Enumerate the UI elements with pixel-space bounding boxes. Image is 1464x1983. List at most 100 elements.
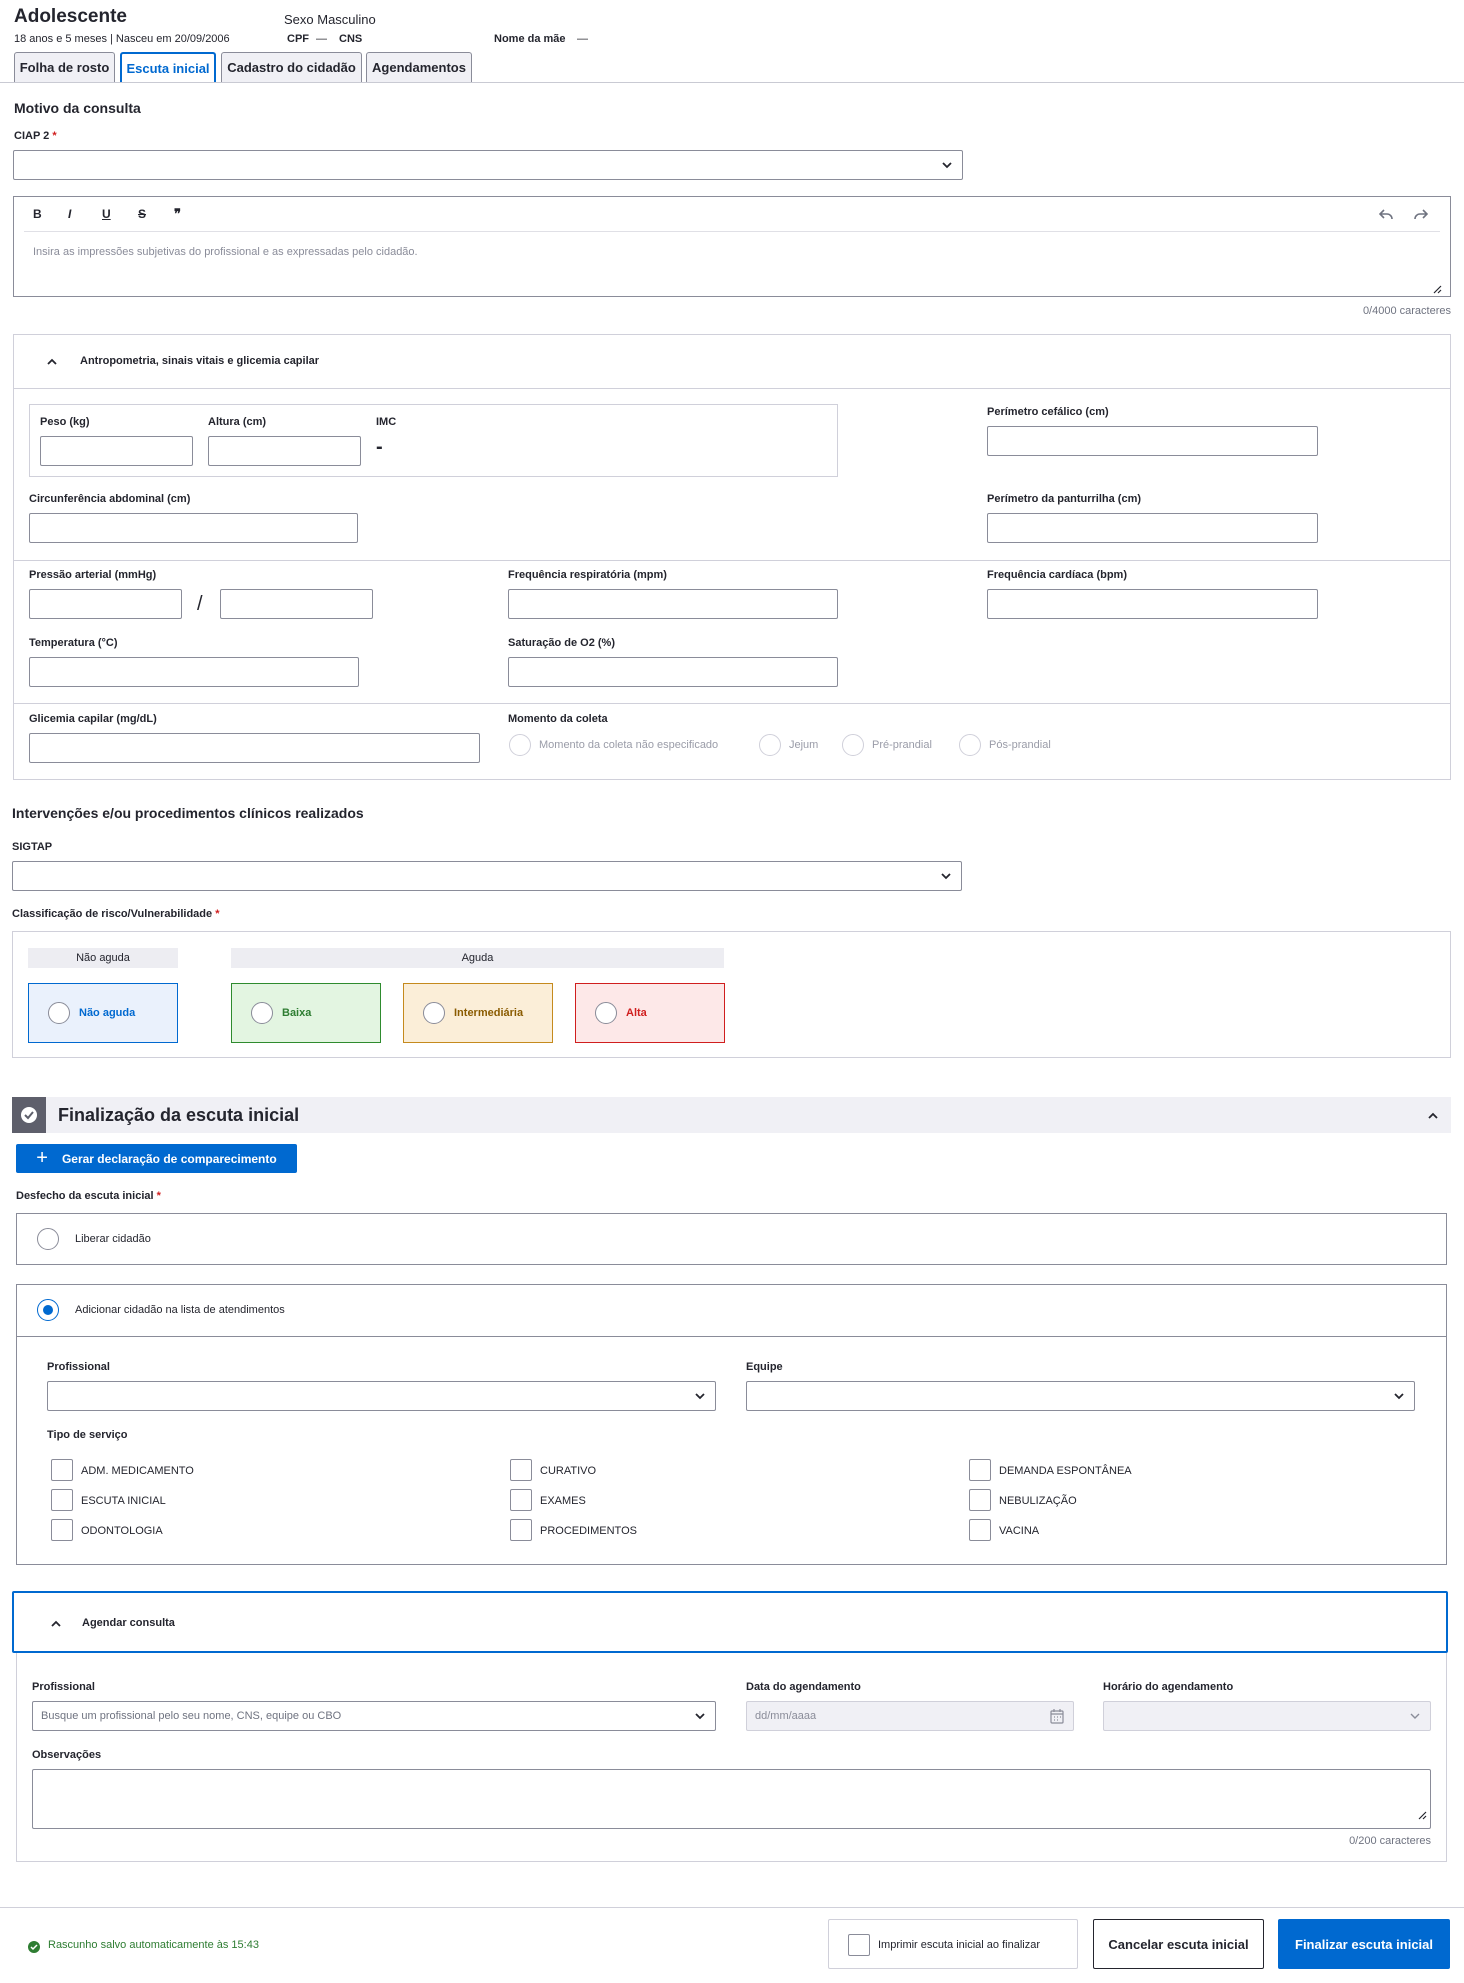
temperatura-input[interactable]: [29, 657, 359, 687]
strikethrough-icon[interactable]: S: [138, 207, 146, 221]
horario-agendamento-label: Horário do agendamento: [1103, 1681, 1234, 1693]
freq-resp-label: Frequência respiratória (mpm): [508, 569, 667, 581]
servico-checkbox[interactable]: [51, 1459, 73, 1481]
underline-icon[interactable]: U: [102, 207, 111, 221]
liberar-option[interactable]: Liberar cidadão: [16, 1213, 1447, 1265]
equipe-select[interactable]: [746, 1381, 1415, 1411]
redo-icon[interactable]: [1414, 208, 1429, 226]
motivo-title: Motivo da consulta: [14, 100, 141, 116]
perimetro-cefalico-input[interactable]: [987, 426, 1318, 456]
risco-intermediaria-option[interactable]: Intermediária: [403, 983, 553, 1043]
tab-escuta-inicial[interactable]: Escuta inicial: [120, 52, 216, 82]
servico-checkbox[interactable]: [969, 1459, 991, 1481]
calendar-icon[interactable]: [1050, 1708, 1064, 1729]
momento-pre-prandial-radio[interactable]: [842, 734, 864, 756]
saturacao-label: Saturação de O2 (%): [508, 637, 615, 649]
data-agendamento-input[interactable]: dd/mm/aaaa: [746, 1701, 1074, 1731]
desfecho-label: Desfecho da escuta inicial *: [16, 1190, 161, 1202]
liberar-radio[interactable]: [37, 1228, 59, 1250]
sigtap-select[interactable]: [12, 861, 962, 891]
pressao-sistolica-input[interactable]: [29, 589, 182, 619]
servico-label: ODONTOLOGIA: [81, 1525, 163, 1537]
pressao-separator: /: [197, 593, 203, 615]
risco-intermediaria-radio[interactable]: [423, 1002, 445, 1024]
tab-cadastro-cidadao[interactable]: Cadastro do cidadão: [221, 52, 362, 82]
ciap-select[interactable]: [13, 150, 963, 180]
divider: [14, 560, 1450, 561]
perimetro-panturrilha-input[interactable]: [987, 513, 1318, 543]
agendar-header[interactable]: Agendar consulta: [12, 1591, 1448, 1653]
servico-label: EXAMES: [540, 1495, 586, 1507]
servico-label: DEMANDA ESPONTÂNEA: [999, 1465, 1132, 1477]
saturacao-input[interactable]: [508, 657, 838, 687]
resize-handle-icon[interactable]: [1432, 281, 1442, 299]
ciap-label: CIAP 2 *: [14, 130, 57, 142]
servico-checkbox[interactable]: [969, 1519, 991, 1541]
resize-handle-icon[interactable]: [1417, 1807, 1427, 1825]
italic-icon[interactable]: I: [68, 207, 71, 221]
risco-nao-aguda-radio[interactable]: [48, 1002, 70, 1024]
adicionar-option[interactable]: Adicionar cidadão na lista de atendiment…: [16, 1284, 1447, 1565]
tab-folha-de-rosto[interactable]: Folha de rosto: [14, 52, 115, 82]
antropometria-panel: Antropometria, sinais vitais e glicemia …: [13, 334, 1451, 780]
adicionar-header[interactable]: Adicionar cidadão na lista de atendiment…: [17, 1285, 1446, 1337]
risco-alta-radio[interactable]: [595, 1002, 617, 1024]
gerar-declaracao-button[interactable]: + Gerar declaração de comparecimento: [16, 1144, 297, 1173]
chevron-down-icon: [932, 151, 962, 179]
glicemia-input[interactable]: [29, 733, 480, 763]
finalizar-button[interactable]: Finalizar escuta inicial: [1278, 1919, 1450, 1969]
intervencoes-title: Intervenções e/ou procedimentos clínicos…: [12, 805, 364, 821]
horario-agendamento-select[interactable]: [1103, 1701, 1431, 1731]
imprimir-checkbox[interactable]: [848, 1934, 870, 1956]
peso-label: Peso (kg): [40, 416, 90, 428]
momento-nao-especificado-radio[interactable]: [509, 734, 531, 756]
adicionar-radio[interactable]: [37, 1299, 59, 1321]
risco-panel: Não aguda Aguda Não aguda Baixa Intermed…: [12, 931, 1451, 1058]
servico-checkbox[interactable]: [510, 1489, 532, 1511]
servico-checkbox[interactable]: [510, 1519, 532, 1541]
momento-pos-prandial-label: Pós-prandial: [989, 739, 1051, 751]
risco-baixa-radio[interactable]: [251, 1002, 273, 1024]
pressao-diastolica-input[interactable]: [220, 589, 373, 619]
tab-agendamentos[interactable]: Agendamentos: [366, 52, 472, 82]
freq-card-input[interactable]: [987, 589, 1318, 619]
altura-input[interactable]: [208, 436, 361, 466]
imprimir-option[interactable]: Imprimir escuta inicial ao finalizar: [828, 1919, 1078, 1969]
undo-icon[interactable]: [1378, 208, 1393, 226]
antropometria-header[interactable]: Antropometria, sinais vitais e glicemia …: [14, 335, 1450, 389]
risco-alta-option[interactable]: Alta: [575, 983, 725, 1043]
peso-input[interactable]: [40, 436, 193, 466]
mother-label: Nome da mãe: [494, 33, 566, 45]
risco-label: Classificação de risco/Vulnerabilidade *: [12, 908, 220, 920]
bold-icon[interactable]: B: [33, 207, 42, 221]
profissional-select[interactable]: [47, 1381, 716, 1411]
momento-pos-prandial-radio[interactable]: [959, 734, 981, 756]
observacoes-label: Observações: [32, 1749, 102, 1761]
chevron-down-icon: [931, 862, 961, 890]
risco-baixa-option[interactable]: Baixa: [231, 983, 381, 1043]
servico-label: ADM. MEDICAMENTO: [81, 1465, 194, 1477]
data-agendamento-label: Data do agendamento: [746, 1681, 861, 1693]
servico-checkbox[interactable]: [510, 1459, 532, 1481]
servico-label: NEBULIZAÇÃO: [999, 1495, 1077, 1507]
agendar-profissional-select[interactable]: Busque um profissional pelo seu nome, CN…: [32, 1701, 716, 1731]
mother-value: —: [577, 33, 588, 45]
risco-nao-aguda-option[interactable]: Não aguda: [28, 983, 178, 1043]
chevron-down-icon: [685, 1702, 715, 1730]
momento-jejum-radio[interactable]: [759, 734, 781, 756]
liberar-label: Liberar cidadão: [75, 1233, 151, 1245]
cancelar-button[interactable]: Cancelar escuta inicial: [1093, 1919, 1264, 1969]
circ-abdominal-input[interactable]: [29, 513, 358, 543]
rich-text-editor[interactable]: B I U S ❞ Insira as impressões subjetiva…: [13, 196, 1451, 297]
servico-checkbox[interactable]: [51, 1519, 73, 1541]
servico-label: CURATIVO: [540, 1465, 597, 1477]
quote-icon[interactable]: ❞: [174, 206, 181, 222]
adicionar-label: Adicionar cidadão na lista de atendiment…: [75, 1304, 285, 1316]
editor-placeholder: Insira as impressões subjetivas do profi…: [33, 246, 418, 258]
servico-checkbox[interactable]: [51, 1489, 73, 1511]
finalizacao-header[interactable]: Finalização da escuta inicial: [12, 1097, 1451, 1133]
servico-checkbox[interactable]: [969, 1489, 991, 1511]
freq-resp-input[interactable]: [508, 589, 838, 619]
observacoes-textarea[interactable]: [32, 1769, 1431, 1829]
pressao-label: Pressão arterial (mmHg): [29, 569, 157, 581]
